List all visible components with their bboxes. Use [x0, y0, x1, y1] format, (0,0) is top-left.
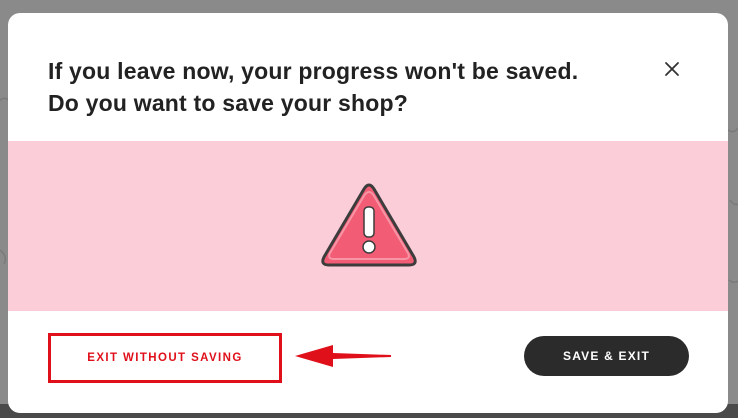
dialog-title: If you leave now, your progress won't be…	[48, 55, 628, 119]
dialog-title-line-2: Do you want to save your shop?	[48, 90, 408, 116]
pointer-arrow-icon	[295, 345, 391, 367]
close-icon	[665, 62, 679, 76]
save-and-exit-button[interactable]: SAVE & EXIT	[524, 336, 689, 376]
warning-banner	[8, 141, 728, 311]
close-button[interactable]	[660, 57, 684, 81]
save-shop-dialog: If you leave now, your progress won't be…	[8, 13, 728, 413]
warning-triangle-icon	[321, 183, 417, 267]
dialog-title-line-1: If you leave now, your progress won't be…	[48, 58, 579, 84]
exit-without-saving-button[interactable]: EXIT WITHOUT SAVING	[48, 333, 282, 383]
